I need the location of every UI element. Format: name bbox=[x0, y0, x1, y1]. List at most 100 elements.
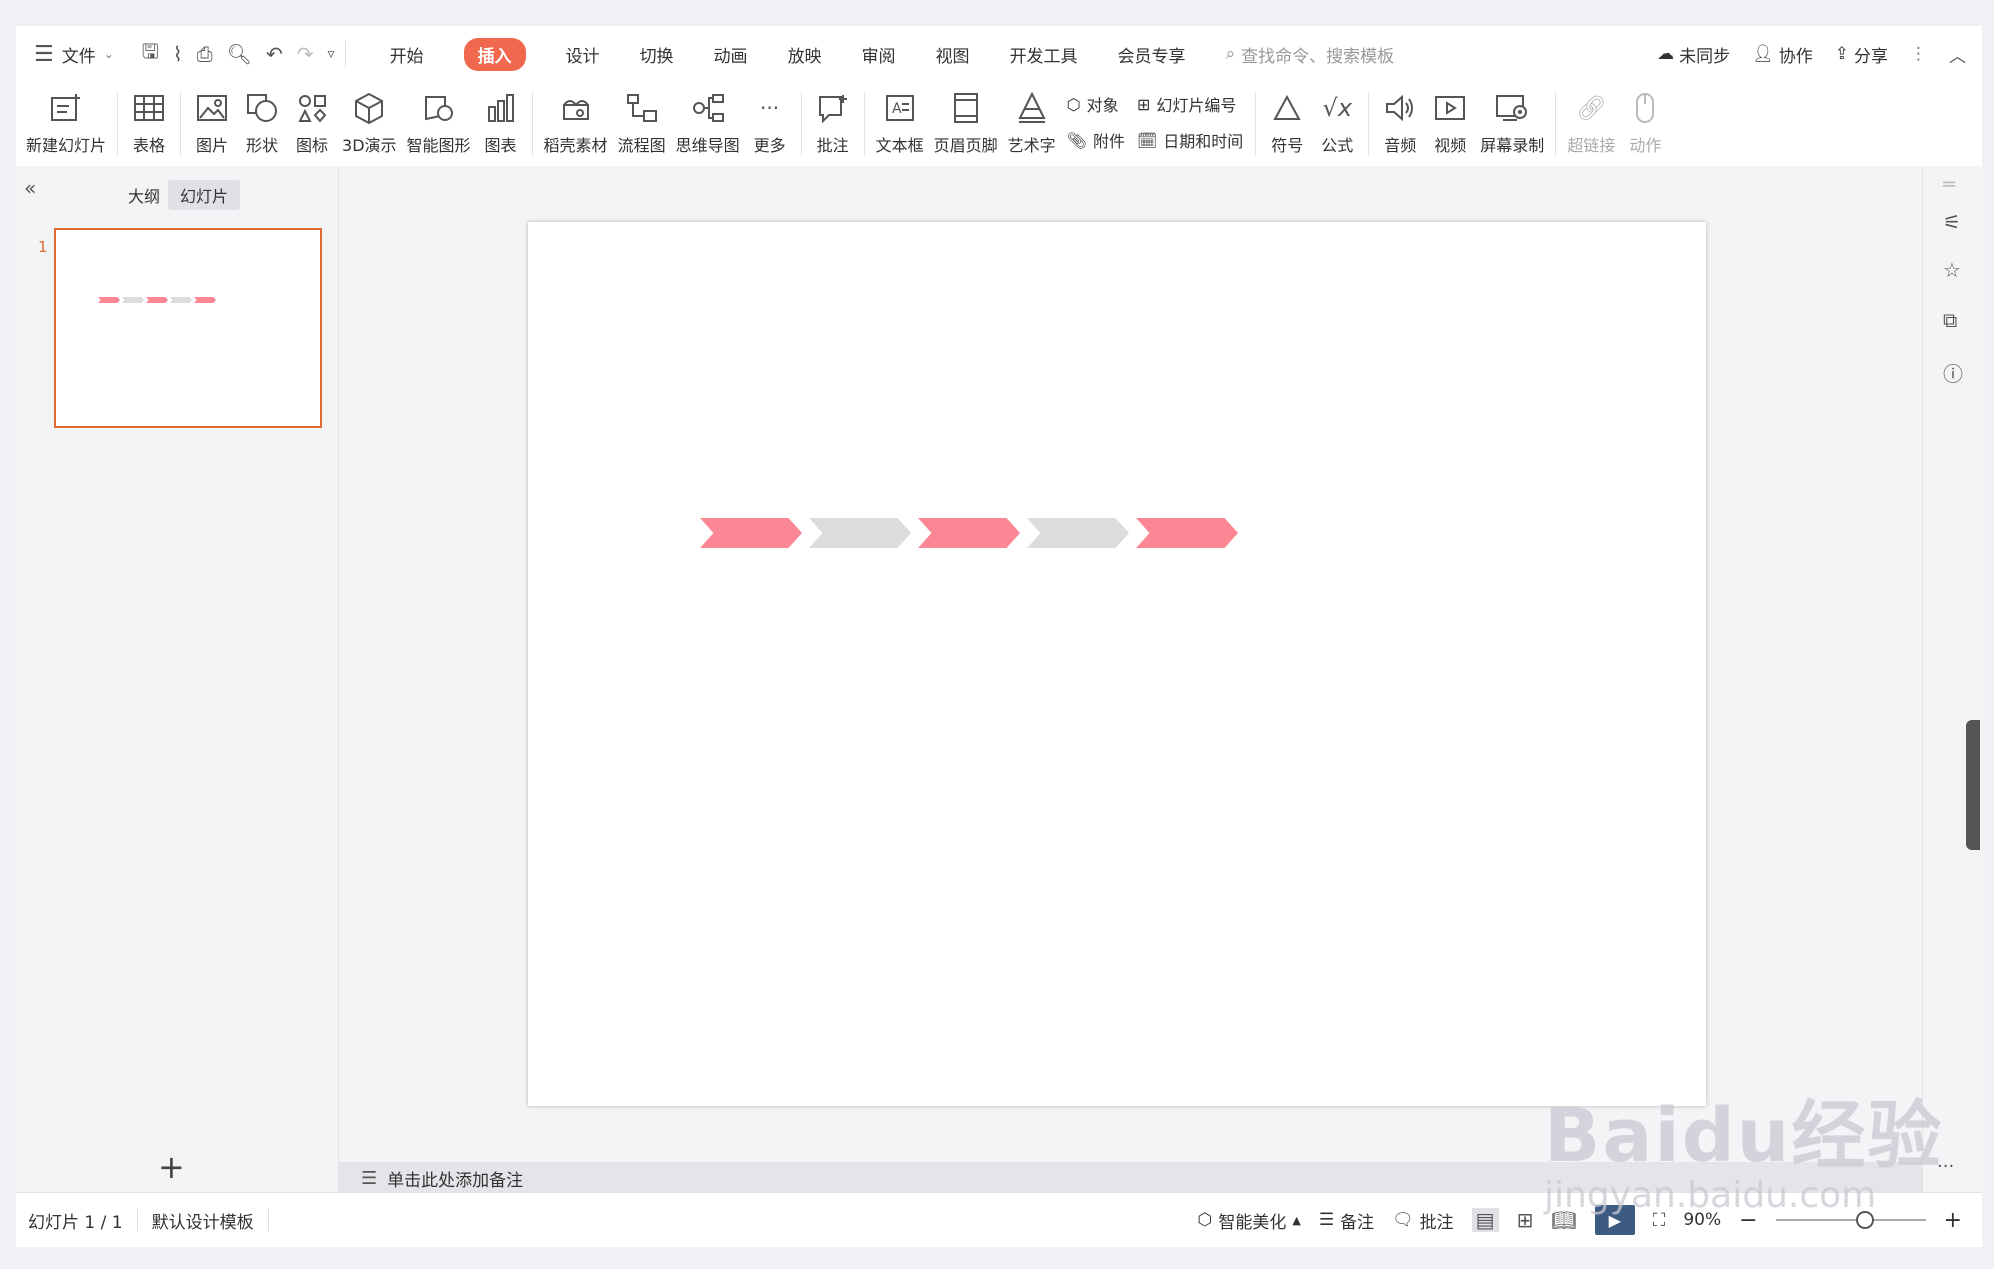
slides-switch-icon[interactable]: ⧉ bbox=[1943, 308, 1957, 332]
picture-icon bbox=[192, 88, 232, 128]
tab-home[interactable]: 开始 bbox=[370, 26, 444, 82]
divider bbox=[863, 92, 865, 156]
collapse-panel-icon[interactable]: « bbox=[24, 176, 36, 200]
cloud-icon: ☁ bbox=[1657, 44, 1675, 64]
datetime-button[interactable]: 🗓︎ 日期和时间 bbox=[1137, 128, 1243, 152]
chevron-arrow[interactable] bbox=[170, 297, 192, 303]
new-slide-button[interactable]: 新建幻灯片 bbox=[26, 82, 106, 166]
outline-tab[interactable]: 大纲 bbox=[116, 180, 172, 210]
tab-design[interactable]: 设计 bbox=[546, 26, 620, 82]
normal-view-icon[interactable]: ▤ bbox=[1471, 1208, 1499, 1232]
slide-canvas[interactable] bbox=[528, 222, 1706, 1106]
chevron-arrow[interactable] bbox=[1136, 518, 1238, 548]
save-icon[interactable]: 🖫 bbox=[142, 37, 159, 71]
table-button[interactable]: 表格 bbox=[129, 82, 169, 166]
flowchart-button[interactable]: 流程图 bbox=[618, 82, 666, 166]
sync-button[interactable]: ☁ 未同步 bbox=[1657, 42, 1730, 67]
drag-handle-icon: ═ bbox=[1943, 172, 1956, 196]
tab-review[interactable]: 审阅 bbox=[842, 26, 916, 82]
chevron-arrow[interactable] bbox=[809, 518, 911, 548]
tab-label: 动画 bbox=[713, 46, 748, 67]
3d-button[interactable]: 3D演示 bbox=[342, 82, 397, 166]
smart-graphic-button[interactable]: 智能图形 bbox=[407, 82, 471, 166]
star-icon[interactable]: ☆ bbox=[1943, 258, 1961, 282]
tab-transition[interactable]: 切换 bbox=[620, 26, 694, 82]
screen-record-label: 屏幕录制 bbox=[1480, 136, 1545, 155]
more-button[interactable]: ··· 更多 bbox=[750, 82, 790, 166]
chevron-up-icon: ▲ bbox=[1292, 1213, 1301, 1227]
material-button[interactable]: 稻壳素材 bbox=[544, 82, 608, 166]
chevron-arrow[interactable] bbox=[98, 297, 120, 303]
chevron-arrow[interactable] bbox=[700, 518, 802, 548]
wordart-button[interactable]: 艺术字 bbox=[1008, 82, 1056, 166]
chevron-arrow[interactable] bbox=[918, 518, 1020, 548]
slide-number-button[interactable]: ⊞ 幻灯片编号 bbox=[1137, 92, 1243, 116]
print-icon[interactable]: ⎙ bbox=[197, 42, 213, 66]
tab-slideshow[interactable]: 放映 bbox=[768, 26, 842, 82]
action-label: 动作 bbox=[1629, 136, 1662, 155]
command-search[interactable]: ⌕ 查找命令、搜索模板 bbox=[1226, 42, 1395, 67]
screen-record-button[interactable]: 屏幕录制 bbox=[1480, 82, 1544, 166]
beautify-button[interactable]: ⬡ 智能美化 ▲ bbox=[1198, 1208, 1301, 1233]
help-icon[interactable]: ⓘ bbox=[1943, 358, 1963, 387]
action-button[interactable]: 动作 bbox=[1625, 82, 1665, 166]
chevron-arrow[interactable] bbox=[146, 297, 168, 303]
more-dots-icon: ··· bbox=[760, 96, 780, 120]
sorter-view-icon[interactable]: ⊞ bbox=[1517, 1208, 1534, 1232]
slide-number-label: 幻灯片编号 bbox=[1156, 96, 1237, 115]
top-bar: ☰ 文件 ⌄ 🖫 ⌇ ⎙ 🔍︎ ↶ ↷ ▿ 开始 插入 设计 切换 动画 放映 … bbox=[16, 26, 1982, 82]
audio-button[interactable]: 音频 bbox=[1380, 82, 1420, 166]
comments-toggle-button[interactable]: 🗨︎ 批注 bbox=[1392, 1208, 1454, 1233]
redo-icon[interactable]: ↷ bbox=[297, 42, 314, 66]
object-button[interactable]: ⬡ 对象 bbox=[1067, 92, 1125, 116]
slides-tab[interactable]: 幻灯片 bbox=[168, 180, 241, 210]
slides-panel: « 大纲 幻灯片 1 + bbox=[16, 166, 339, 1192]
material-icon bbox=[556, 88, 596, 128]
zoom-in-icon[interactable]: + bbox=[1944, 1208, 1962, 1233]
chart-button[interactable]: 图表 bbox=[481, 82, 521, 166]
zoom-slider[interactable] bbox=[1775, 1211, 1926, 1229]
undo-icon[interactable]: ↶ bbox=[266, 42, 283, 66]
icon-button[interactable]: 图标 bbox=[292, 82, 332, 166]
tab-developer[interactable]: 开发工具 bbox=[990, 26, 1098, 82]
slide-thumbnail[interactable] bbox=[54, 228, 322, 428]
chevron-arrow[interactable] bbox=[194, 297, 216, 303]
formula-icon: √x bbox=[1322, 94, 1353, 122]
video-button[interactable]: 视频 bbox=[1430, 82, 1470, 166]
symbol-button[interactable]: 符号 bbox=[1267, 82, 1307, 166]
chevron-arrow[interactable] bbox=[1027, 518, 1129, 548]
add-slide-button[interactable]: + bbox=[158, 1148, 185, 1186]
header-footer-button[interactable]: 页眉页脚 bbox=[934, 82, 998, 166]
tab-view[interactable]: 视图 bbox=[916, 26, 990, 82]
print-preview-icon[interactable]: 🔍︎ bbox=[227, 42, 252, 66]
more-vertical-icon[interactable]: ⋮ bbox=[1910, 44, 1927, 64]
collapse-ribbon-icon[interactable]: ︿ bbox=[1949, 42, 1966, 67]
screen-record-icon bbox=[1492, 88, 1532, 128]
tab-label: 开始 bbox=[389, 46, 424, 67]
sync-label: 未同步 bbox=[1679, 46, 1731, 67]
chevron-arrow[interactable] bbox=[122, 297, 144, 303]
share-button[interactable]: ⇪ 分享 bbox=[1835, 42, 1888, 67]
hyperlink-label: 超链接 bbox=[1567, 136, 1616, 155]
tab-animation[interactable]: 动画 bbox=[694, 26, 768, 82]
tab-insert[interactable]: 插入 bbox=[444, 26, 546, 82]
customize-toolbar-icon[interactable]: ▿ bbox=[328, 46, 335, 62]
mindmap-button[interactable]: 思维导图 bbox=[676, 82, 740, 166]
hyperlink-button[interactable]: 🔗︎ 超链接 bbox=[1567, 82, 1615, 166]
picture-button[interactable]: 图片 bbox=[192, 82, 232, 166]
textbox-button[interactable]: A 文本框 bbox=[876, 82, 924, 166]
tab-label: 插入 bbox=[463, 37, 526, 71]
baidu-watermark: Baidu经验 jingyan.baidu.com bbox=[1544, 1076, 1943, 1216]
video-icon bbox=[1430, 88, 1470, 128]
file-menu[interactable]: ☰ 文件 ⌄ bbox=[34, 26, 114, 82]
tab-member[interactable]: 会员专享 bbox=[1098, 26, 1206, 82]
notes-toggle-button[interactable]: ☰ 备注 bbox=[1319, 1208, 1374, 1233]
attachment-button[interactable]: 📎︎ 附件 bbox=[1067, 128, 1125, 152]
collab-button[interactable]: 👤︎ 协作 bbox=[1752, 42, 1813, 67]
format-painter-icon[interactable]: ⌇ bbox=[173, 42, 183, 66]
settings-sliders-icon[interactable]: ⚟ bbox=[1943, 210, 1961, 234]
formula-button[interactable]: √x 公式 bbox=[1317, 82, 1357, 166]
template-name[interactable]: 默认设计模板 bbox=[152, 1208, 254, 1233]
shape-button[interactable]: 形状 bbox=[242, 82, 282, 166]
comment-button[interactable]: 批注 bbox=[813, 82, 853, 166]
